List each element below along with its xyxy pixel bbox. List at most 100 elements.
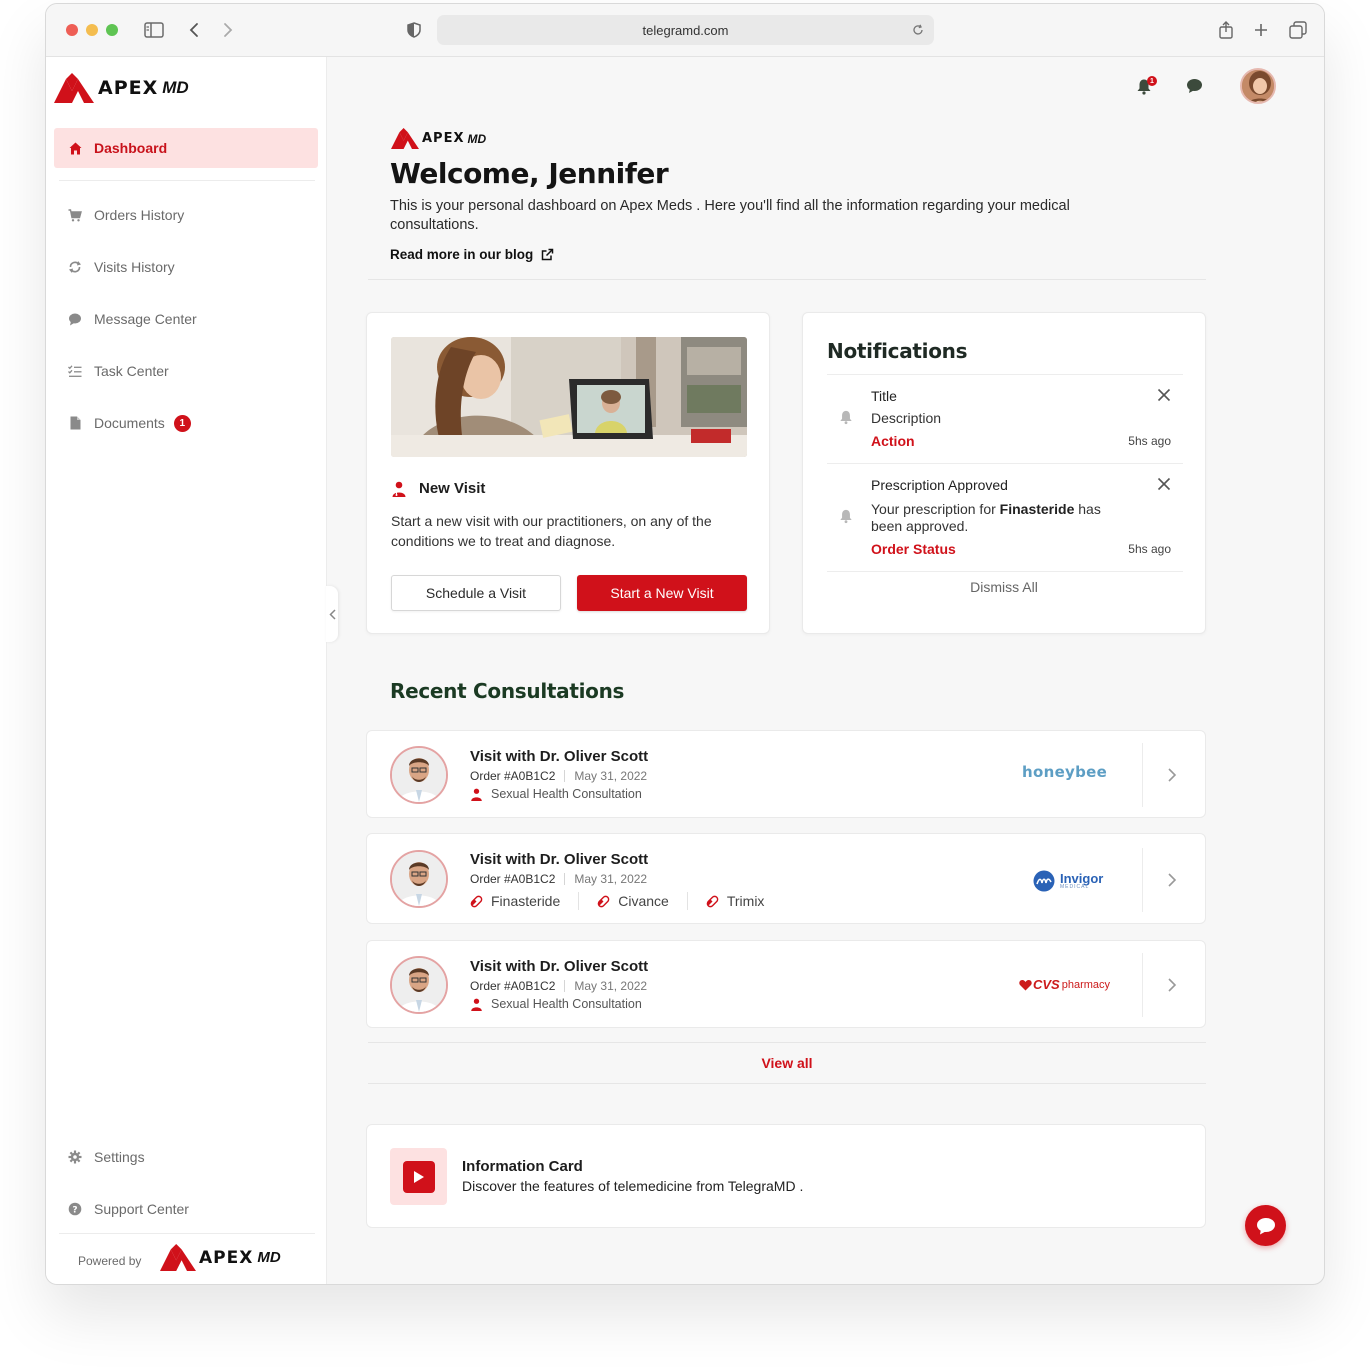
notification-time: 5hs ago (1128, 542, 1171, 556)
chevron-right-icon[interactable] (1167, 767, 1181, 783)
heart-icon (1019, 979, 1032, 990)
sidebar-item-label: Support Center (94, 1201, 189, 1217)
meds-divider (686, 892, 688, 910)
logo-wordmark: APEX (199, 1247, 254, 1268)
close-icon[interactable] (1157, 388, 1173, 404)
bell-icon (839, 508, 853, 524)
information-card[interactable]: Information Card Discover the features o… (366, 1124, 1206, 1228)
minimize-window-button[interactable] (86, 24, 98, 36)
chevron-right-icon[interactable] (1167, 872, 1181, 888)
blog-link[interactable]: Read more in our blog (390, 247, 554, 262)
card-divider (1142, 743, 1143, 807)
cart-icon (68, 208, 82, 222)
doctor-icon (470, 788, 483, 801)
logo-suffix: MD (467, 131, 487, 146)
sidebar-item-orders-history[interactable]: Orders History (68, 203, 184, 227)
order-number: Order #A0B1C2 (470, 979, 556, 993)
telehealth-photo (391, 337, 747, 457)
sidebar-divider (59, 180, 315, 181)
notification-description: Your prescription for Finasteride has be… (871, 501, 1131, 535)
sidebar-toggle-icon[interactable] (142, 18, 166, 42)
apex-logo-mark-icon (160, 1244, 196, 1271)
apex-logo-mark-icon (54, 73, 94, 103)
sidebar-collapse-toggle[interactable] (326, 586, 338, 642)
notifications-heading: Notifications (827, 339, 968, 363)
new-tab-icon[interactable] (1249, 18, 1273, 42)
information-card-title: Information Card (462, 1158, 583, 1175)
pill-icon (597, 895, 610, 908)
bell-icon (839, 409, 853, 425)
chat-icon[interactable] (1185, 77, 1203, 95)
share-icon[interactable] (1214, 18, 1238, 42)
consultation-title: Visit with Dr. Oliver Scott (470, 851, 649, 868)
logo-suffix: MD (162, 78, 189, 97)
apex-md-footer-logo: APEX MD (160, 1244, 281, 1271)
meta-divider (564, 873, 566, 885)
medication-name: Civance (618, 893, 669, 909)
consultation-meta: Order #A0B1C2 May 31, 2022 (470, 769, 647, 783)
section-divider (368, 1042, 1206, 1043)
external-link-icon (541, 248, 554, 261)
browser-window: telegramd.com APEX MD Dashboard Orders H… (45, 3, 1325, 1285)
chevron-right-icon[interactable] (1167, 977, 1181, 993)
consultation-type-label: Sexual Health Consultation (491, 997, 642, 1011)
sidebar-item-message-center[interactable]: Message Center (68, 307, 197, 331)
consultation-date: May 31, 2022 (574, 872, 648, 886)
sidebar-item-visits-history[interactable]: Visits History (68, 255, 175, 279)
sidebar-item-label: Dashboard (94, 140, 168, 156)
browser-toolbar: telegramd.com (46, 4, 1324, 57)
new-visit-title-label: New Visit (419, 480, 486, 497)
sidebar-item-dashboard[interactable]: Dashboard (54, 128, 318, 168)
doctor-avatar (390, 746, 448, 804)
sidebar-item-settings[interactable]: Settings (68, 1145, 145, 1169)
sidebar-item-label: Visits History (94, 259, 175, 275)
sidebar-item-documents[interactable]: Documents 1 (68, 411, 191, 435)
tabs-overview-icon[interactable] (1286, 18, 1310, 42)
sidebar-item-label: Task Center (94, 363, 169, 379)
close-window-button[interactable] (66, 24, 78, 36)
checklist-icon (68, 364, 82, 378)
sidebar-item-support-center[interactable]: ? Support Center (68, 1197, 189, 1221)
notification-title: Title (871, 388, 897, 404)
medication-list: Finasteride Civance Trimix (470, 892, 764, 910)
sidebar-divider (59, 1233, 315, 1234)
reload-icon[interactable] (908, 20, 928, 40)
card-divider (1142, 953, 1143, 1017)
back-icon[interactable] (182, 18, 206, 42)
home-icon (68, 141, 82, 155)
help-icon: ? (68, 1202, 82, 1216)
brand-subtitle: MEDICAL (1060, 884, 1090, 890)
medication-name: Trimix (726, 893, 765, 909)
logo-wordmark: APEX (422, 131, 465, 146)
address-bar[interactable]: telegramd.com (437, 15, 934, 45)
sidebar-item-task-center[interactable]: Task Center (68, 359, 169, 383)
user-avatar[interactable] (1240, 68, 1276, 104)
sidebar-item-label: Documents (94, 415, 165, 431)
gear-icon (68, 1150, 82, 1164)
video-icon (390, 1148, 447, 1205)
sidebar: APEX MD Dashboard Orders History Visits … (46, 57, 327, 1284)
meds-divider (578, 892, 580, 910)
consultation-card[interactable]: Visit with Dr. Oliver Scott Order #A0B1C… (366, 940, 1206, 1028)
section-divider (368, 1083, 1206, 1084)
shield-icon[interactable] (402, 18, 426, 42)
notification-action-link[interactable]: Action (871, 433, 915, 449)
maximize-window-button[interactable] (106, 24, 118, 36)
consultation-date: May 31, 2022 (574, 979, 648, 993)
apex-md-logo[interactable]: APEX MD (54, 73, 189, 103)
sidebar-item-label: Orders History (94, 207, 185, 223)
dismiss-all-button[interactable]: Dismiss All (803, 579, 1205, 595)
document-icon (68, 416, 82, 430)
start-new-visit-button[interactable]: Start a New Visit (577, 575, 747, 611)
brand-name: honeybee (1022, 763, 1108, 781)
recent-consultations-heading: Recent Consultations (390, 679, 625, 703)
close-icon[interactable] (1157, 477, 1173, 493)
chat-support-button[interactable] (1245, 1205, 1286, 1246)
view-all-link[interactable]: View all (368, 1055, 1206, 1071)
order-number: Order #A0B1C2 (470, 769, 556, 783)
order-status-link[interactable]: Order Status (871, 541, 956, 557)
consultation-card[interactable]: Visit with Dr. Oliver Scott Order #A0B1C… (366, 833, 1206, 924)
forward-icon[interactable] (216, 18, 240, 42)
consultation-card[interactable]: Visit with Dr. Oliver Scott Order #A0B1C… (366, 730, 1206, 818)
schedule-visit-button[interactable]: Schedule a Visit (391, 575, 561, 611)
